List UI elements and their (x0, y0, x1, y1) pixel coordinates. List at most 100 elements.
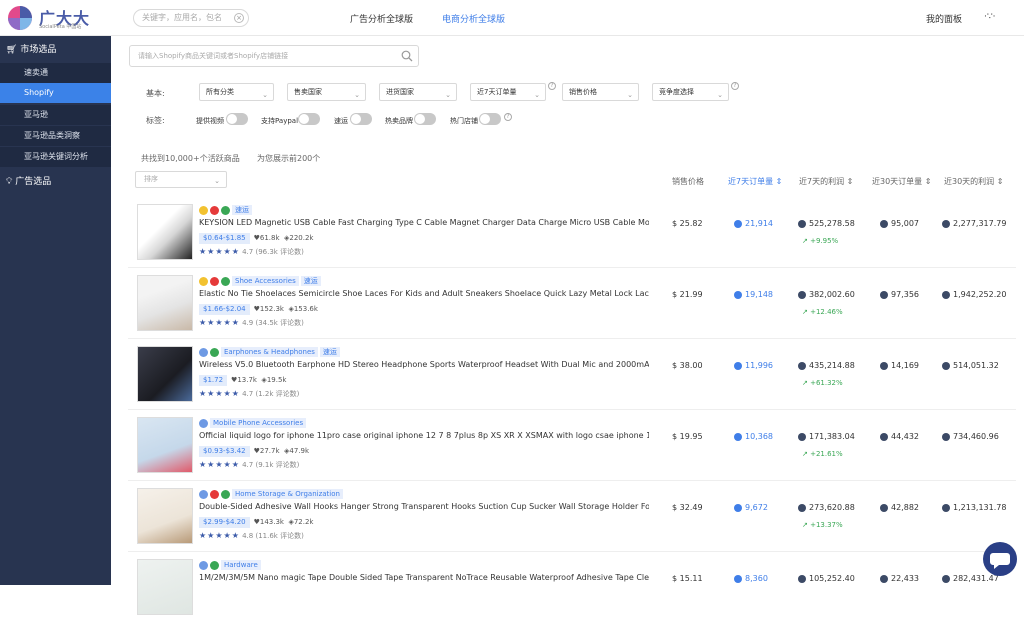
brand-subtitle: SocialPeta 中国站 (39, 24, 82, 30)
category-tag[interactable]: Mobile Phone Accessories (210, 418, 307, 428)
dollar-icon (942, 503, 950, 512)
col-price[interactable]: 销售价格 (672, 176, 704, 187)
user-menu[interactable]: ·∵· (984, 12, 995, 22)
search-icon[interactable] (401, 50, 413, 62)
toggle-paypal[interactable] (298, 113, 320, 125)
source-country-select[interactable]: 进货国家 ⌄ (379, 83, 457, 101)
toggle-video[interactable] (226, 113, 248, 125)
competition-select[interactable]: 竞争度选择 ⌄ (652, 83, 729, 101)
sidebar-group-ads[interactable]: 💡︎ 广告选品 (0, 171, 111, 193)
tab-ad-analysis[interactable]: 广告分析全球版 (350, 12, 413, 25)
table-row[interactable]: 速运 KEYSION LED Magnetic USB Cable Fast C… (128, 197, 1016, 268)
price-range: $0.93-$3.42 (199, 446, 250, 457)
sidebar-item-amazon-category[interactable]: 亚马逊品类洞察 (0, 126, 111, 146)
chevron-down-icon: ⌄ (445, 91, 451, 99)
category-select[interactable]: 所有分类 ⌄ (199, 83, 274, 101)
review-count: (1.2k 评论数) (255, 390, 300, 398)
dollar-icon (942, 574, 950, 583)
dashboard-link[interactable]: 我的面板 (926, 12, 962, 25)
brand-logo-icon[interactable] (6, 5, 34, 31)
price-range: $1.66-$2.04 (199, 304, 250, 315)
profit-30d-value: 514,051.32 (953, 361, 999, 370)
col-profit-7d[interactable]: 近7天的利润 ⇕ (799, 176, 853, 187)
category-tag[interactable]: Hardware (221, 560, 261, 570)
table-row[interactable]: Mobile Phone Accessories Official liquid… (128, 410, 1016, 481)
sidebar-group-market[interactable]: 🛒︎ 市场选品 (0, 39, 111, 61)
help-icon[interactable]: ? (548, 82, 556, 90)
review-count: (96.3k 评论数) (255, 248, 304, 256)
drop-icon (199, 418, 208, 428)
cell-orders-30d: 22,433 (880, 574, 919, 583)
toggle-store[interactable] (479, 113, 501, 125)
sort-desc-icon: ⇕ (775, 177, 783, 186)
product-image[interactable] (137, 275, 193, 331)
product-title[interactable]: Elastic No Tie Shoelaces Semicircle Shoe… (199, 289, 649, 298)
tag-count: 72.2k (293, 518, 314, 526)
sidebar: 🛒︎ 市场选品 速卖通 Shopify 亚马逊 亚马逊品类洞察 亚马逊关键词分析… (0, 36, 111, 585)
cell-orders-30d: 97,356 (880, 290, 919, 299)
tab-ecommerce-analysis[interactable]: 电商分析全球版 (442, 12, 505, 25)
sell-country-select[interactable]: 售卖国家 ⌄ (287, 83, 366, 101)
change-value: +61.32% (810, 379, 843, 387)
sidebar-item-shopify[interactable]: Shopify (0, 83, 111, 103)
col-orders-7d[interactable]: 近7天订单量 ⇕ (728, 176, 782, 187)
product-title[interactable]: Wireless V5.0 Bluetooth Earphone HD Ster… (199, 360, 649, 369)
orders-7d-select[interactable]: 近7天订单量 ⌄ (470, 83, 546, 101)
product-title[interactable]: KEYSION LED Magnetic USB Cable Fast Char… (199, 218, 649, 227)
profit-30d-value: 2,277,317.79 (953, 219, 1007, 228)
product-image[interactable] (137, 346, 193, 402)
category-tag[interactable]: Earphones & Headphones (221, 347, 318, 357)
product-image[interactable] (137, 559, 193, 615)
product-image[interactable] (137, 204, 193, 260)
source-country-value: 进货国家 (386, 88, 414, 96)
category-tag[interactable]: Home Storage & Organization (232, 489, 343, 499)
col-profit-30d[interactable]: 近30天的利润 ⇕ (944, 176, 1003, 187)
product-image[interactable] (137, 417, 193, 473)
help-icon[interactable]: ? (504, 113, 512, 121)
price-select[interactable]: 销售价格 ⌄ (562, 83, 639, 101)
chevron-down-icon: ⌄ (627, 91, 633, 99)
toggle-paypal-label: 支持Paypal (261, 117, 299, 125)
toggle-video-label: 提供视频 (196, 117, 224, 125)
sidebar-item-amazon-keyword[interactable]: 亚马逊关键词分析 (0, 147, 111, 167)
sort-select[interactable]: 排序 ⌄ (135, 171, 227, 188)
sidebar-item-aliexpress[interactable]: 速卖通 (0, 63, 111, 83)
table-row[interactable]: Earphones & Headphones 速运 Wireless V5.0 B… (128, 339, 1016, 410)
product-title[interactable]: Official liquid logo for iphone 11pro ca… (199, 431, 649, 440)
top-search-input[interactable]: 关键字，应用名，包名 × (133, 9, 249, 27)
orders-7d-value: 9,672 (745, 503, 768, 512)
trend-up-icon: ↗ (802, 308, 808, 316)
sidebar-item-amazon[interactable]: 亚马逊 (0, 105, 111, 125)
hot-icon (210, 489, 219, 499)
cell-orders-30d: 95,007 (880, 219, 919, 228)
toggle-fast[interactable] (350, 113, 372, 125)
sort-placeholder: 排序 (144, 175, 158, 183)
trophy-icon (199, 276, 208, 286)
star-icons: ★★★★★ (199, 247, 240, 256)
product-title[interactable]: 1M/2M/3M/5M Nano magic Tape Double Sided… (199, 573, 649, 582)
table-row[interactable]: Hardware 1M/2M/3M/5M Nano magic Tape Dou… (128, 552, 1016, 623)
clear-icon[interactable]: × (234, 13, 244, 23)
orders-7d-value: 近7天订单量 (477, 88, 517, 96)
likes-count: 61.8k (259, 234, 280, 242)
cell-orders-30d: 44,432 (880, 432, 919, 441)
chat-button[interactable] (983, 542, 1017, 576)
table-row[interactable]: Home Storage & Organization Double-Sided… (128, 481, 1016, 552)
table-row[interactable]: Shoe Accessories 速运 Elastic No Tie Shoela… (128, 268, 1016, 339)
product-search-input[interactable]: 请输入Shopify商品关键词或者Shopify店铺链接 (129, 45, 419, 67)
col-orders-30d[interactable]: 近30天订单量 ⇕ (872, 176, 931, 187)
category-tag[interactable]: 速运 (232, 205, 252, 215)
product-title[interactable]: Double-Sided Adhesive Wall Hooks Hanger … (199, 502, 649, 511)
trend-up-icon: ↗ (802, 237, 808, 245)
category-tag[interactable]: Shoe Accessories (232, 276, 299, 286)
profit-7d-value: 273,620.88 (809, 503, 855, 512)
competition-select-value: 竞争度选择 (659, 88, 694, 96)
cell-orders-30d: 14,169 (880, 361, 919, 370)
product-image[interactable] (137, 488, 193, 544)
cell-profit-7d: 525,278.58 (798, 219, 855, 228)
dollar-icon (942, 361, 950, 370)
likes-count: 27.7k (259, 447, 280, 455)
video-icon (221, 205, 230, 215)
toggle-brand[interactable] (414, 113, 436, 125)
help-icon[interactable]: ? (731, 82, 739, 90)
